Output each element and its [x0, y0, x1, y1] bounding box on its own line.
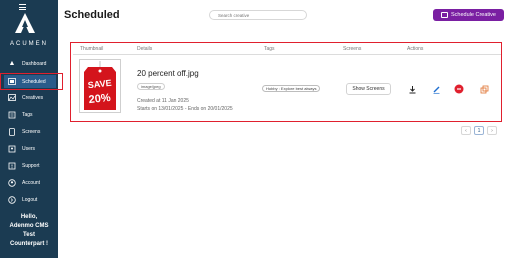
active-item-highlight	[0, 73, 63, 90]
sidebar-item-label: Logout	[22, 196, 38, 203]
creative-thumbnail[interactable]: SAVE 20%	[79, 59, 121, 113]
column-header-details: Details	[137, 46, 153, 52]
creatives-icon	[8, 94, 16, 102]
account-icon	[8, 178, 16, 187]
tag-pill: Hobby : Explore best always	[262, 85, 321, 92]
schedule-creative-label: Schedule Creative	[451, 12, 496, 18]
sidebar-item-account[interactable]: Account	[4, 176, 56, 189]
greeting-line: Counterpart !	[10, 241, 48, 247]
file-type-badge: image/jpeg	[137, 83, 165, 90]
sidebar-item-label: Creatives	[22, 94, 44, 101]
show-screens-button[interactable]: Show Screens	[346, 83, 391, 95]
sidebar-item-creatives[interactable]: Creatives	[4, 91, 56, 104]
sidebar-item-label: Users	[22, 145, 36, 152]
delete-icon[interactable]	[453, 83, 465, 95]
page-title: Scheduled	[64, 9, 120, 21]
schedule-range: Starts on 13/01/2025 - Ends on 20/01/202…	[137, 106, 233, 112]
sidebar-item-label: Support	[22, 162, 40, 169]
table-header: Thumbnail Details Tags Screens Actions	[73, 44, 501, 55]
greeting-line: Hello,	[20, 214, 38, 220]
column-header-actions: Actions	[407, 46, 424, 52]
logout-icon	[8, 195, 16, 204]
sidebar-item-support[interactable]: Support	[4, 159, 56, 172]
sidebar-item-logout[interactable]: Logout	[4, 193, 56, 206]
edit-icon[interactable]	[430, 83, 442, 95]
sidebar-item-label: Dashboard	[22, 60, 47, 67]
calendar-icon	[441, 12, 449, 18]
column-header-tags: Tags	[264, 46, 275, 52]
creative-file-name: 20 percent off.jpg	[137, 69, 199, 78]
column-header-thumbnail: Thumbnail	[80, 46, 104, 52]
pagination-page-button[interactable]: 1	[474, 126, 484, 135]
dashboard-icon: ▲	[8, 60, 16, 67]
support-icon	[8, 162, 16, 170]
download-icon[interactable]	[406, 83, 418, 95]
screen-icon	[8, 127, 16, 136]
column-header-screens: Screens	[343, 46, 362, 52]
menu-toggle-icon[interactable]	[19, 4, 26, 10]
search-input[interactable]	[209, 10, 307, 20]
sidebar: ACUMEN ▲ Dashboard Scheduled Creatives T…	[0, 0, 58, 258]
acumen-logo-icon	[15, 13, 35, 33]
sidebar-item-label: Screens	[22, 128, 41, 135]
sale-tag-image: SAVE 20%	[84, 61, 116, 110]
tag-icon	[8, 111, 16, 119]
app: ACUMEN ▲ Dashboard Scheduled Creatives T…	[0, 0, 512, 258]
sidebar-item-users[interactable]: Users	[4, 142, 56, 155]
sidebar-item-label: Tags	[22, 111, 33, 118]
created-date: Created at 11 Jan 2025	[137, 98, 189, 104]
users-icon	[8, 145, 16, 153]
sidebar-item-screens[interactable]: Screens	[4, 125, 56, 138]
sidebar-item-label: Account	[22, 179, 41, 186]
sidebar-item-dashboard[interactable]: ▲ Dashboard	[4, 57, 56, 70]
schedule-creative-button[interactable]: Schedule Creative	[433, 9, 504, 21]
pagination-prev-button[interactable]: ‹	[461, 126, 471, 135]
thumbnail-text-percent: 20%	[88, 92, 111, 106]
pagination-next-button[interactable]: ›	[487, 126, 497, 135]
sidebar-item-tags[interactable]: Tags	[4, 108, 56, 121]
duplicate-icon[interactable]	[478, 83, 490, 95]
greeting-line: Adenmo CMS	[9, 223, 49, 229]
user-greeting: Hello, Adenmo CMS Test Counterpart !	[0, 213, 58, 249]
greeting-line: Test	[23, 232, 35, 238]
brand-name: ACUMEN	[9, 41, 48, 47]
